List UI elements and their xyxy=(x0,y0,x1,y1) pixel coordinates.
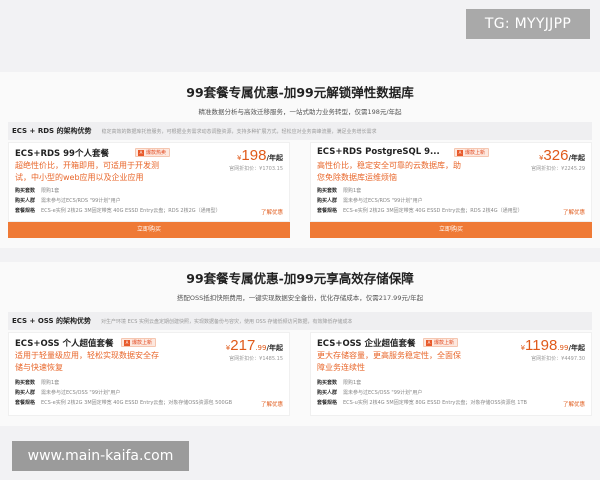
rds-section-subline: 精准数据分析与高效迁移服务，一站式助力业务转型，仅需198元/年起 xyxy=(198,108,402,116)
spec-row: 购买人群 需未参与过ECS/RDS "99计划"用户 xyxy=(317,197,423,204)
oss-section-subline: 搭配OSS抵扣快照费用，一键实现数据安全备份，优化存储成本，仅需217.99元/… xyxy=(176,294,424,302)
price-decimal: .99 xyxy=(255,344,267,352)
spec-row: 套餐规格 ECS-e实例 2核2G 3M固定带宽 40G ESSD Entry云盘… xyxy=(15,399,232,406)
spec-value: ECS-e实例 2核2G 3M固定带宽 40G ESSD Entry云盘；RDS… xyxy=(343,208,523,214)
oss-section-headline: 99套餐专属优惠-加99元享高效存储保障 xyxy=(186,271,414,286)
spec-value: 需未参与过ECS/OSS "99计划"用户 xyxy=(41,390,121,396)
promo-page: 99套餐专属优惠-加99元解锁弹性数据库 精准数据分析与高效迁移服务，一站式助力… xyxy=(0,0,600,480)
rds-arch-title: ECS + RDS 的架构优势 xyxy=(12,127,92,135)
spec-value: 限购1套 xyxy=(343,188,362,194)
package-card-ecs-rds-postgresql: ECS+RDS PostgreSQL 9... A 爆款上新 高性价比，稳定安全可… xyxy=(310,142,592,222)
spec-label: 购买人群 xyxy=(317,198,338,204)
badge-icon: A xyxy=(457,150,463,156)
spec-row: 购买套数 限购1套 xyxy=(15,379,59,386)
original-price: 官网折扣价：¥2245.29 xyxy=(531,166,585,172)
spec-row: 购买人群 需未参与过ECS/OSS "99计划"用户 xyxy=(15,389,120,396)
spec-value: 需未参与过ECS/RDS "99计划"用户 xyxy=(41,198,121,204)
spec-value: 限购1套 xyxy=(41,188,60,194)
price-unit: /年起 xyxy=(568,344,585,352)
price-unit: /年起 xyxy=(266,344,283,352)
spec-label: 购买人群 xyxy=(317,390,338,396)
oss-bundle-section: 99套餐专属优惠-加99元享高效存储保障 搭配OSS抵扣快照费用，一键实现数据安… xyxy=(0,262,600,426)
badge-icon: A xyxy=(138,150,144,156)
spec-label: 购买套数 xyxy=(317,380,338,386)
hot-badge: A 爆款热卖 xyxy=(135,148,171,157)
spec-value: 限购1套 xyxy=(41,380,60,386)
new-badge: A 爆款上新 xyxy=(423,338,459,347)
spec-label: 购买套数 xyxy=(15,380,36,386)
spec-value: ECS-e实例 2核2G 3M固定带宽 40G ESSD Entry云盘；对象存… xyxy=(41,400,233,406)
spec-value: ECS-u实例 2核4G 5M固定带宽 80G ESSD Entry云盘；对象存… xyxy=(343,400,527,406)
oss-arch-title: ECS + OSS 的架构优势 xyxy=(12,317,91,325)
package-card-ecs-oss-enterprise: ECS+OSS 企业超值套餐 A 爆款上新 更大存储容量，更高服务稳定性，全面保障… xyxy=(310,332,592,416)
price-decimal: .99 xyxy=(557,344,569,352)
oss-arch-desc: 对生产环境 ECS 实例云盘定期创建快照，实现数据备份与容灾，使用 OSS 存储… xyxy=(101,318,353,325)
price-value: 1198 xyxy=(525,337,558,354)
package-desc: 超绝性价比，开箱即用，可适用于开发测试，中小型的web应用以及企业应用 xyxy=(15,161,159,182)
learn-more-link[interactable]: 了解优惠 xyxy=(563,208,585,216)
package-desc: 高性价比，稳定安全可靠的云数据库，助您免除数据库运维烦恼 xyxy=(317,161,461,182)
package-name: ECS+OSS 个人超值套餐 xyxy=(15,339,114,349)
price: ¥1198.99/年起 xyxy=(521,335,585,354)
package-name: ECS+OSS 企业超值套餐 xyxy=(317,339,416,349)
package-name: ECS+RDS PostgreSQL 9... xyxy=(317,147,440,157)
badge-icon: A xyxy=(426,340,432,346)
price-value: 217 xyxy=(230,337,256,354)
spec-row: 套餐规格 ECS-e实例 2核2G 3M固定带宽 40G ESSD Entry云盘… xyxy=(317,207,523,214)
learn-more-link[interactable]: 了解优惠 xyxy=(563,400,585,408)
spec-row: 购买套数 限购1套 xyxy=(15,187,59,194)
package-desc: 更大存储容量，更高服务稳定性，全面保障业务连续性 xyxy=(317,351,461,372)
badge-label: 爆款上新 xyxy=(132,340,153,346)
price-value: 326 xyxy=(543,147,569,164)
spec-label: 购买人群 xyxy=(15,390,36,396)
spec-label: 购买人群 xyxy=(15,198,36,204)
spec-row: 购买人群 需未参与过ECS/OSS "99计划"用户 xyxy=(317,389,422,396)
price: ¥217.99/年起 xyxy=(226,335,283,354)
buy-now-button[interactable]: 立即购买 xyxy=(8,222,290,238)
rds-bundle-section: 99套餐专属优惠-加99元解锁弹性数据库 精准数据分析与高效迁移服务，一站式助力… xyxy=(0,72,600,248)
spec-value: 需未参与过ECS/RDS "99计划"用户 xyxy=(343,198,423,204)
spec-row: 套餐规格 ECS-u实例 2核4G 5M固定带宽 80G ESSD Entry云盘… xyxy=(317,399,527,406)
new-badge: A 爆款上新 xyxy=(454,148,490,157)
package-desc: 适用于轻量级应用，轻松实现数据安全存储与快速恢复 xyxy=(15,351,159,372)
spec-label: 套餐规格 xyxy=(15,400,36,406)
original-price: 官网折扣价：¥1703.15 xyxy=(229,166,283,172)
rds-arch-desc: 稳定高效的数据库托管服务，可根据业务需求动态调整资源，支持多种扩展方式，轻松应对… xyxy=(101,128,377,135)
spec-value: 需未参与过ECS/OSS "99计划"用户 xyxy=(343,390,423,396)
spec-value: ECS-e实例 2核2G 3M固定带宽 40G ESSD Entry云盘；RDS… xyxy=(41,208,221,214)
package-card-ecs-rds-personal: ECS+RDS 99个人套餐 A 爆款热卖 超绝性价比，开箱即用，可适用于开发测试… xyxy=(8,142,290,222)
price-unit: /年起 xyxy=(568,154,585,162)
spec-label: 套餐规格 xyxy=(317,400,338,406)
spec-row: 套餐规格 ECS-e实例 2核2G 3M固定带宽 40G ESSD Entry云盘… xyxy=(15,207,221,214)
price: ¥198/年起 xyxy=(237,145,283,164)
spec-label: 套餐规格 xyxy=(317,208,338,214)
price-value: 198 xyxy=(241,147,267,164)
new-badge: A 爆款上新 xyxy=(121,338,157,347)
original-price: 官网折扣价：¥4497.30 xyxy=(531,356,585,362)
learn-more-link[interactable]: 了解优惠 xyxy=(261,400,283,408)
watermark-tg: TG: MYYJJPP xyxy=(466,9,590,39)
rds-section-headline: 99套餐专属优惠-加99元解锁弹性数据库 xyxy=(186,85,414,100)
badge-icon: A xyxy=(124,340,130,346)
watermark-site: www.main-kaifa.com xyxy=(12,441,189,471)
learn-more-link[interactable]: 了解优惠 xyxy=(261,208,283,216)
package-name: ECS+RDS 99个人套餐 xyxy=(15,149,109,159)
badge-label: 爆款热卖 xyxy=(146,150,167,156)
oss-arch-bar: ECS + OSS 的架构优势 对生产环境 ECS 实例云盘定期创建快照，实现数… xyxy=(8,312,592,330)
original-price: 官网折扣价：¥1485.15 xyxy=(229,356,283,362)
buy-now-button[interactable]: 立即购买 xyxy=(310,222,592,238)
package-card-ecs-oss-personal: ECS+OSS 个人超值套餐 A 爆款上新 适用于轻量级应用，轻松实现数据安全存储… xyxy=(8,332,290,416)
spec-label: 套餐规格 xyxy=(15,208,36,214)
spec-row: 购买人群 需未参与过ECS/RDS "99计划"用户 xyxy=(15,197,121,204)
spec-value: 限购1套 xyxy=(343,380,362,386)
spec-row: 购买套数 限购1套 xyxy=(317,187,361,194)
price: ¥326/年起 xyxy=(539,145,585,164)
spec-label: 购买套数 xyxy=(15,188,36,194)
spec-label: 购买套数 xyxy=(317,188,338,194)
spec-row: 购买套数 限购1套 xyxy=(317,379,361,386)
price-unit: /年起 xyxy=(266,154,283,162)
rds-arch-bar: ECS + RDS 的架构优势 稳定高效的数据库托管服务，可根据业务需求动态调整… xyxy=(8,122,592,140)
badge-label: 爆款上新 xyxy=(434,340,455,346)
badge-label: 爆款上新 xyxy=(465,150,486,156)
